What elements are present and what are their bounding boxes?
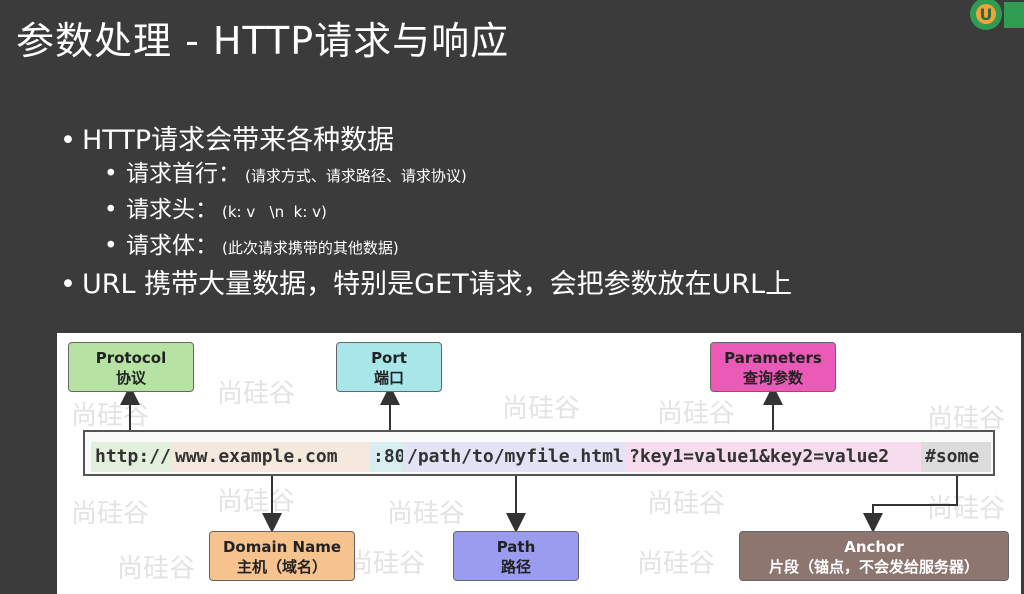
sub-bullet-note: (此次请求携带的其他数据) (222, 239, 399, 257)
sub-bullet-body: • 请求体： (此次请求携带的其他数据) (104, 233, 399, 259)
sub-bullet-request-line: • 请求首行： (请求方式、请求路径、请求协议) (104, 161, 467, 187)
domain-label: Domain Name (222, 538, 342, 556)
sub-bullet-label: 请求首行： (126, 161, 241, 187)
sub-bullet-label: 请求体： (126, 233, 218, 259)
protocol-label-cn: 协议 (115, 369, 146, 387)
parameters-label: Parameters (724, 349, 822, 367)
bullet-url-data: • URL 携带大量数据，特别是GET请求，会把参数放在URL上 (60, 269, 793, 300)
port-box: Port 端口 (336, 342, 442, 392)
url-anchor: #some (921, 442, 991, 472)
slide-title: 参数处理 - HTTP请求与响应 (16, 19, 510, 63)
url-bar: http:// www.example.com :80 /path/to/myf… (83, 430, 995, 476)
parameters-box: Parameters 查询参数 (710, 342, 836, 392)
brand-logo: U (970, 0, 1024, 30)
sub-bullet-note: (k: v \n k: v) (222, 203, 327, 221)
bullet-list: • HTTP请求会带来各种数据 • 请求首行： (请求方式、请求路径、请求协议) • 请… (60, 118, 793, 300)
sub-bullet-note: (请求方式、请求路径、请求协议) (245, 167, 467, 185)
url-domain: www.example.com (171, 442, 369, 472)
url-protocol: http:// (91, 442, 171, 472)
protocol-label: Protocol (95, 349, 167, 367)
port-label: Port (371, 349, 407, 367)
domain-label-cn: 主机（域名） (236, 558, 327, 576)
anchor-label-cn: 片段（锚点，不会发给服务器） (768, 558, 979, 576)
url-anatomy-diagram: 尚硅谷 尚硅谷 尚硅谷 尚硅谷 尚硅谷 尚硅谷 尚硅谷 尚硅谷 尚硅谷 尚硅谷 … (57, 333, 1021, 594)
protocol-box: Protocol 协议 (68, 342, 194, 392)
path-label-cn: 路径 (500, 558, 531, 576)
anchor-label: Anchor (844, 538, 904, 556)
bullet-text: HTTP请求会带来各种数据 (82, 125, 395, 156)
path-label: Path (496, 538, 536, 556)
url-port: :80 (369, 442, 406, 472)
url-path: /path/to/myfile.html (403, 442, 625, 472)
svg-text:U: U (980, 5, 993, 24)
url-query: ?key1=value1&key2=value2 (625, 442, 921, 472)
anchor-box: Anchor 片段（锚点，不会发给服务器） (739, 531, 1009, 581)
port-label-cn: 端口 (373, 369, 404, 387)
path-box: Path 路径 (453, 531, 579, 581)
sub-bullet-label: 请求头： (126, 197, 218, 223)
bullet-http-data: • HTTP请求会带来各种数据 (60, 125, 395, 156)
sub-bullet-headers: • 请求头： (k: v \n k: v) (104, 197, 327, 223)
bullet-text: URL 携带大量数据，特别是GET请求，会把参数放在URL上 (82, 269, 793, 300)
domain-box: Domain Name 主机（域名） (209, 531, 355, 581)
parameters-label-cn: 查询参数 (742, 369, 803, 387)
